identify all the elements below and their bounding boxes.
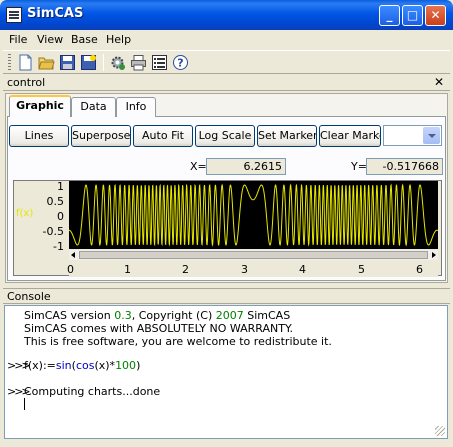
menu-base[interactable]: Base [71, 33, 98, 46]
tab-info[interactable]: Info [116, 97, 156, 117]
title-bar[interactable]: SimCAS _ □ ✕ [0, 0, 453, 30]
open-folder-icon[interactable] [38, 54, 55, 71]
console-output[interactable]: SimCAS version 0.3, Copyright (C) 2007 S… [4, 305, 448, 439]
console-line: SimCAS comes with ABSOLUTELY NO WARRANTY… [24, 322, 293, 335]
window-title: SimCAS [27, 6, 84, 21]
y-tick-label: -1 [53, 240, 64, 253]
x-tick-label: 3 [241, 263, 248, 276]
x-coord-label: X= [190, 160, 207, 173]
chevron-down-icon[interactable] [423, 127, 440, 144]
console-number: 0.3 [114, 309, 132, 322]
console-function: cos [75, 359, 95, 372]
y-tick-label: 0.5 [46, 195, 65, 208]
y-coord-label: Y= [351, 160, 367, 173]
console-text: (x)* [94, 359, 116, 372]
console-function: sin [55, 359, 72, 372]
clear-marker-button[interactable]: Clear Marker [319, 125, 381, 147]
y-tick-label: -0.5 [42, 225, 64, 238]
x-axis: 0 1 2 3 4 5 6 [67, 261, 438, 277]
scroll-left-icon[interactable] [71, 252, 75, 258]
console-text: , Copyright (C) [131, 309, 216, 322]
function-plot[interactable] [69, 181, 438, 249]
console-input-line: f(x):=sin(cos(x)*100) [24, 359, 140, 372]
minimize-button[interactable]: _ [379, 5, 400, 26]
resize-grip-icon[interactable] [435, 426, 445, 436]
console-title: Console [7, 290, 51, 303]
x-tick-label: 1 [124, 263, 131, 276]
lines-button[interactable]: Lines [9, 125, 69, 147]
y-tick-label: 0 [57, 210, 64, 223]
maximize-button[interactable]: □ [402, 5, 423, 26]
chart-horizontal-scrollbar[interactable] [69, 250, 438, 260]
superpose-button[interactable]: Superpose [71, 125, 131, 147]
toolbar-grip-icon[interactable] [8, 54, 11, 71]
close-button[interactable]: ✕ [425, 5, 446, 26]
save-icon[interactable] [59, 54, 76, 71]
x-tick-label: 2 [182, 263, 189, 276]
x-tick-label: 0 [67, 263, 74, 276]
menu-help[interactable]: Help [106, 33, 131, 46]
control-panel-title: control [7, 76, 46, 89]
toolbar: ? [3, 50, 450, 74]
console-text: ) [136, 359, 141, 372]
control-panel-close-icon[interactable]: ✕ [434, 75, 444, 89]
y-coord-value: -0.517668 [366, 158, 443, 175]
console-line: SimCAS version 0.3, Copyright (C) 2007 S… [24, 309, 290, 322]
y-tick-label: 1 [57, 180, 64, 193]
print-icon[interactable] [130, 54, 147, 71]
auto-fit-button[interactable]: Auto Fit [133, 125, 193, 147]
menu-bar: File View Base Help [3, 30, 450, 49]
list-icon[interactable] [151, 54, 168, 71]
scroll-right-icon[interactable] [432, 252, 436, 258]
tab-data[interactable]: Data [71, 97, 116, 117]
x-tick-label: 6 [416, 263, 423, 276]
svg-text:?: ? [177, 57, 183, 70]
log-scale-button[interactable]: Log Scale [195, 125, 255, 147]
x-tick-label: 4 [299, 263, 306, 276]
console-number: 2007 [215, 309, 244, 322]
marker-select[interactable] [383, 125, 442, 146]
settings-icon[interactable] [109, 54, 126, 71]
save-all-icon[interactable] [80, 54, 97, 71]
console-number: 100 [115, 359, 137, 372]
text-caret [24, 398, 25, 410]
tab-graphic[interactable]: Graphic [9, 95, 71, 117]
set-marker-button[interactable]: Set Marker [257, 125, 317, 147]
console-header: Console [3, 288, 450, 304]
app-icon [6, 7, 22, 23]
control-panel-header: control ✕ [3, 75, 450, 91]
toolbar-separator [103, 54, 104, 71]
console-text: SimCAS version [24, 309, 115, 322]
menu-view[interactable]: View [37, 33, 63, 46]
x-tick-label: 5 [358, 263, 365, 276]
console-output-line: Computing charts...done [24, 385, 161, 398]
console-line: This is free software, you are welcome t… [24, 335, 332, 348]
x-coord-value: 6.2615 [206, 158, 286, 175]
scroll-thumb[interactable] [79, 251, 428, 259]
console-text: f(x):= [24, 359, 56, 372]
menu-file[interactable]: File [9, 33, 27, 46]
console-text: SimCAS [243, 309, 291, 322]
new-file-icon[interactable] [17, 54, 34, 71]
help-icon[interactable]: ? [172, 54, 189, 71]
